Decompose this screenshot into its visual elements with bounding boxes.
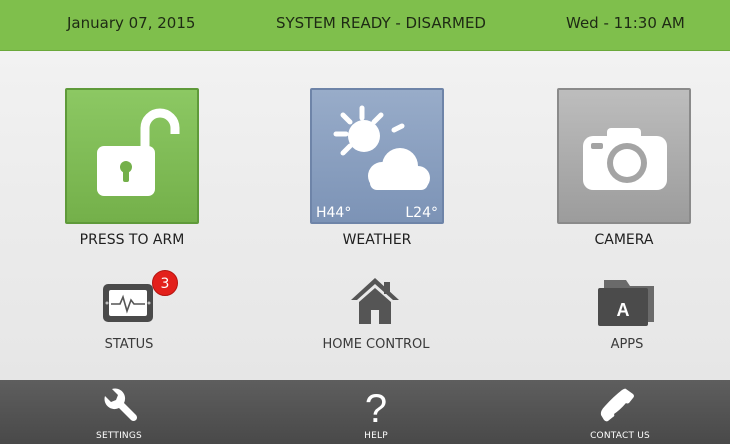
bottom-nav-bar: SETTINGS ? HELP CONTACT US <box>0 380 730 444</box>
wrench-icon <box>104 388 138 422</box>
apps-letter: A <box>617 300 630 320</box>
apps-folder-icon: A <box>598 280 654 326</box>
status-button[interactable] <box>102 282 154 326</box>
arm-tile-button[interactable] <box>65 88 199 224</box>
weather-low-temp: L24° <box>405 205 438 221</box>
system-status-text: SYSTEM READY - DISARMED <box>276 14 486 32</box>
contact-us-button[interactable]: CONTACT US <box>560 380 680 444</box>
camera-label: CAMERA <box>594 232 654 248</box>
status-bar: January 07, 2015 SYSTEM READY - DISARMED… <box>0 0 730 51</box>
weather-label: WEATHER <box>342 232 412 248</box>
settings-button[interactable]: SETTINGS <box>59 380 179 444</box>
help-button[interactable]: ? HELP <box>316 380 436 444</box>
home-screen: January 07, 2015 SYSTEM READY - DISARMED… <box>0 0 730 444</box>
status-label: STATUS <box>104 337 154 352</box>
clock-text: Wed - 11:30 AM <box>566 14 685 32</box>
unlocked-padlock-icon <box>97 108 180 196</box>
camera-tile-button[interactable] <box>557 88 691 224</box>
help-label: HELP <box>364 431 388 441</box>
contact-us-label: CONTACT US <box>590 431 650 441</box>
date-text: January 07, 2015 <box>67 14 196 32</box>
home-control-button[interactable] <box>348 276 402 326</box>
status-monitor-icon <box>103 284 153 322</box>
help-glyph: ? <box>365 387 387 428</box>
home-control-label: HOME CONTROL <box>322 337 430 352</box>
partly-cloudy-icon <box>333 105 430 190</box>
arm-label: PRESS TO ARM <box>79 232 185 248</box>
house-icon <box>351 278 399 324</box>
settings-label: SETTINGS <box>96 431 142 441</box>
status-alert-badge: 3 <box>152 270 178 296</box>
weather-high-temp: H44° <box>316 205 352 221</box>
question-mark-icon: ? <box>365 387 387 428</box>
camera-icon <box>583 128 667 190</box>
apps-button[interactable]: A <box>596 276 656 328</box>
apps-label: APPS <box>610 337 644 352</box>
phone-icon <box>600 388 634 422</box>
weather-tile-button[interactable]: H44° L24° <box>310 88 444 224</box>
